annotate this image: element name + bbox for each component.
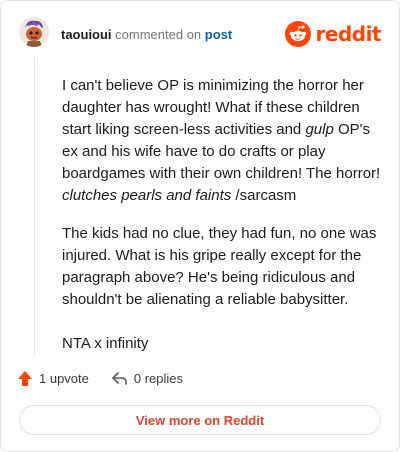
reddit-alien-icon — [284, 21, 311, 47]
upvote-arrow-icon — [18, 371, 32, 386]
header-action-text: commented on — [115, 27, 202, 42]
comment-text-italic: clutches pearls and faints — [62, 187, 232, 204]
comment-card: taouioui commented on post reddit I can'… — [0, 0, 400, 452]
reddit-logo[interactable]: reddit — [284, 21, 382, 47]
upvote-count: 1 upvote — [39, 371, 89, 386]
comment-text: /sarcasm — [231, 187, 297, 204]
view-more-button[interactable]: View more on Reddit — [19, 405, 381, 435]
snoo-avatar-icon — [19, 17, 49, 47]
comment-header: taouioui commented on post — [61, 27, 232, 42]
comment-text: The kids had no clue, they had fun, no o… — [62, 225, 377, 308]
reddit-wordmark: reddit — [315, 22, 382, 46]
comment-text: NTA x infinity — [62, 335, 149, 352]
comment-text-italic: gulp — [305, 121, 334, 138]
replies-button[interactable]: 0 replies — [111, 371, 183, 386]
thread-line — [34, 57, 35, 355]
replies-count: 0 replies — [133, 371, 184, 386]
comment-paragraph-3: NTA x infinity — [62, 333, 382, 355]
username-link[interactable]: taouioui — [61, 27, 112, 42]
comment-paragraph-2: The kids had no clue, they had fun, no o… — [62, 223, 382, 311]
reply-arrow-icon — [112, 372, 127, 385]
upvote-button[interactable]: 1 upvote — [17, 370, 89, 387]
post-link[interactable]: post — [205, 27, 232, 42]
comment-paragraph-1: I can't believe OP is minimizing the hor… — [62, 75, 382, 207]
avatar[interactable] — [19, 17, 49, 47]
comment-body: I can't believe OP is minimizing the hor… — [62, 75, 382, 371]
comment-actions: 1 upvote 0 replies — [17, 370, 183, 387]
